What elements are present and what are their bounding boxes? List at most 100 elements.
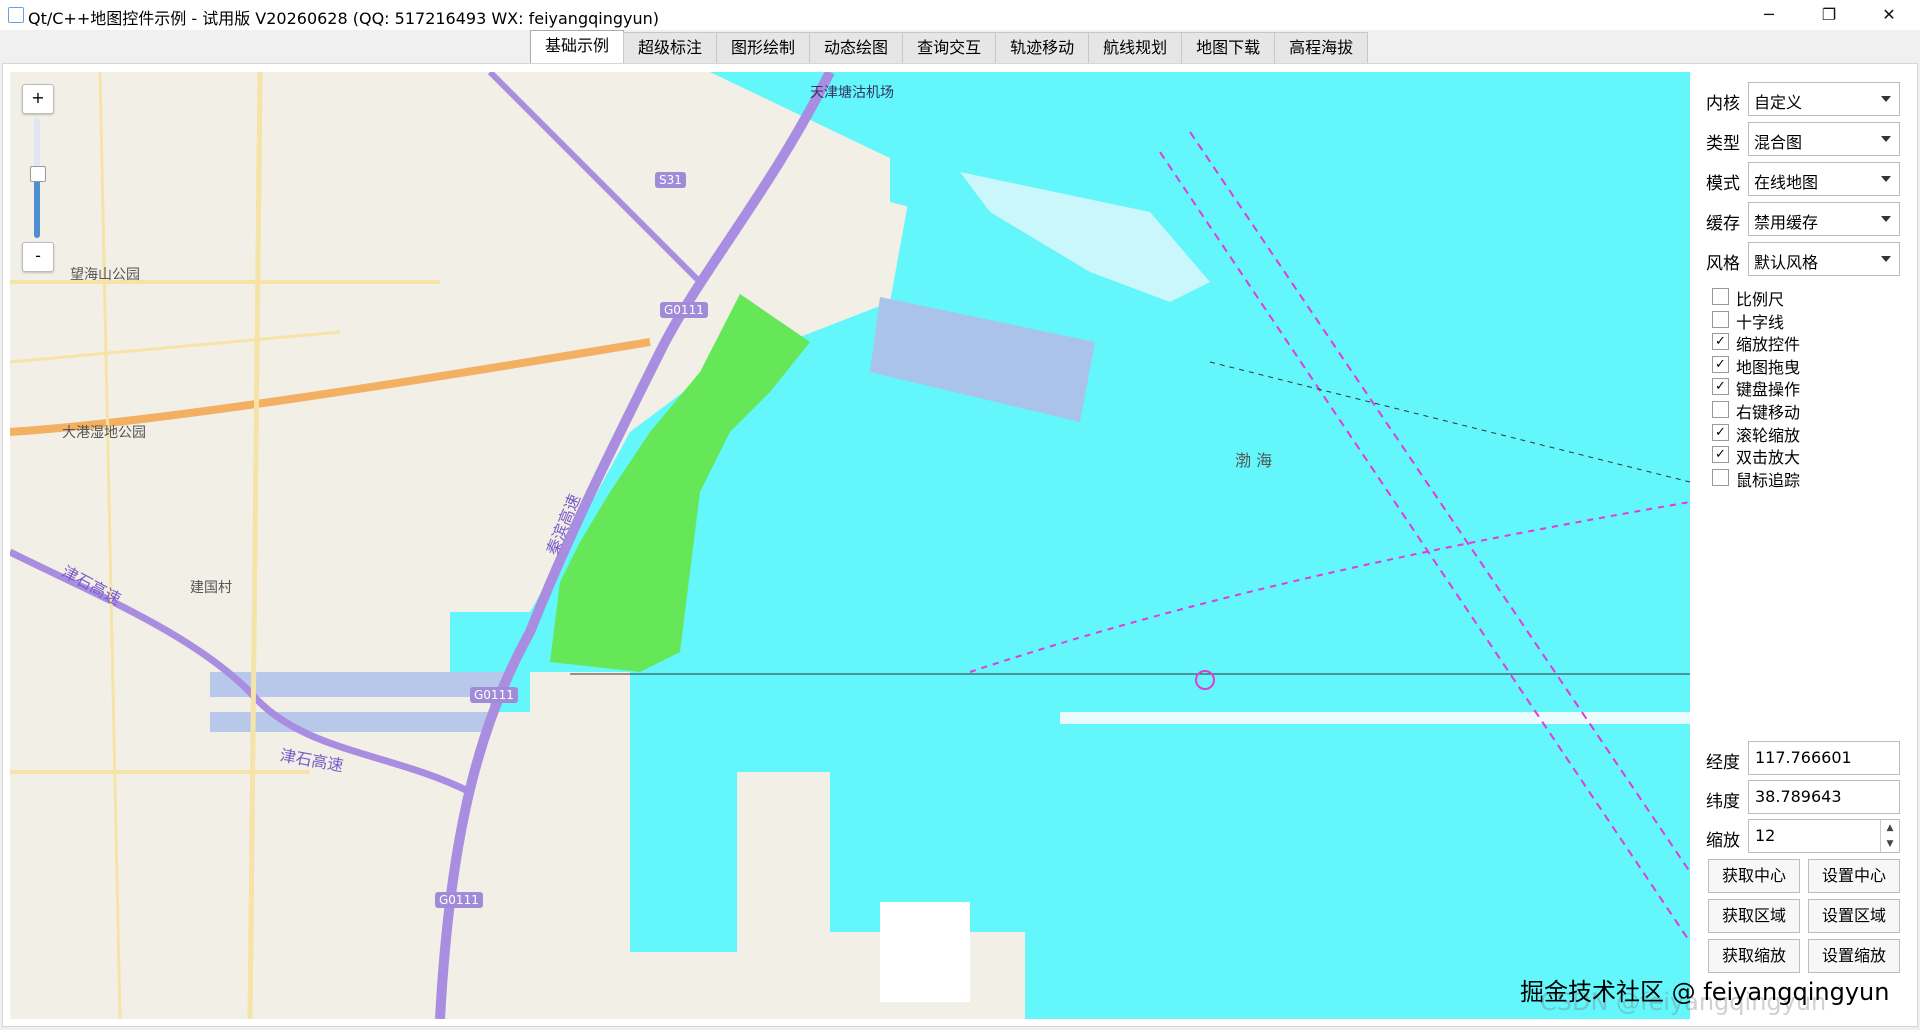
map-drag-checkbox[interactable]: ✓ 地图拖曳 (1712, 353, 1912, 377)
checkbox-box[interactable] (1712, 311, 1729, 328)
tab-query[interactable]: 查询交互 (902, 32, 997, 63)
cache-value: 禁用缓存 (1754, 213, 1819, 232)
get-center-button[interactable]: 获取中心 (1708, 859, 1800, 893)
kernel-row: 内核 自定义 (1700, 82, 1910, 116)
get-zoom-button[interactable]: 获取缩放 (1708, 939, 1800, 973)
zoom-control-checkbox[interactable]: ✓ 缩放控件 (1712, 330, 1912, 354)
checkbox-box[interactable]: ✓ (1712, 424, 1729, 441)
wheel-zoom-checkbox[interactable]: ✓ 滚轮缩放 (1712, 421, 1912, 445)
chevron-down-icon (1881, 96, 1891, 102)
tab-elevation[interactable]: 高程海拔 (1274, 32, 1369, 63)
longitude-label: 经度 (1706, 753, 1740, 773)
chevron-down-icon (1881, 176, 1891, 182)
tab-basic[interactable]: 基础示例 (530, 30, 625, 64)
tab-bar: 基础示例 超级标注 图形绘制 动态绘图 查询交互 轨迹移动 航线规划 地图下载 … (530, 30, 1369, 64)
chevron-down-icon (1881, 216, 1891, 222)
zoom-out-button[interactable]: - (22, 242, 54, 272)
type-value: 混合图 (1754, 133, 1803, 152)
window-title: Qt/C++地图控件示例 - 试用版 V20260628 (QQ: 517216… (28, 9, 659, 28)
get-bounds-button[interactable]: 获取区域 (1708, 899, 1800, 933)
latitude-input[interactable] (1753, 786, 1897, 807)
longitude-input[interactable] (1753, 747, 1897, 768)
map-view[interactable]: 天津塘沽机场 望海山公园 大港湿地公园 建国村 津石高速 津石高速 秦滨高速 渤… (10, 72, 1690, 1019)
type-select[interactable]: 混合图 (1748, 122, 1900, 156)
control-panel: 内核 自定义 类型 混合图 模式 在线地图 缓存 禁用缓存 风格 默认风格 比例… (1700, 72, 1910, 1020)
road-shield-g0111-c: G0111 (435, 892, 483, 908)
set-zoom-button[interactable]: 设置缩放 (1808, 939, 1900, 973)
kernel-select[interactable]: 自定义 (1748, 82, 1900, 116)
park-label-dagang: 大港湿地公园 (62, 425, 146, 441)
sea-label: 渤 海 (1235, 451, 1273, 470)
checkbox-box[interactable]: ✓ (1712, 446, 1729, 463)
crosshair-checkbox[interactable]: 十字线 (1712, 308, 1912, 332)
spin-arrows-icon[interactable]: ▲ ▼ (1880, 820, 1899, 852)
chevron-down-icon (1881, 136, 1891, 142)
title-bar: Qt/C++地图控件示例 - 试用版 V20260628 (QQ: 517216… (0, 0, 1920, 30)
kernel-label: 内核 (1706, 94, 1740, 114)
zoom-level-input[interactable] (1753, 825, 1897, 846)
map-canvas (10, 72, 1690, 1019)
set-center-button[interactable]: 设置中心 (1808, 859, 1900, 893)
zoom-label: 缩放 (1706, 831, 1740, 851)
chevron-down-icon (1881, 256, 1891, 262)
style-label: 风格 (1706, 254, 1740, 274)
latitude-label: 纬度 (1706, 792, 1740, 812)
checkbox-box[interactable] (1712, 469, 1729, 486)
cache-select[interactable]: 禁用缓存 (1748, 202, 1900, 236)
zoom-slider-fill (34, 174, 40, 238)
mode-label: 模式 (1706, 174, 1740, 194)
airport-label: 天津塘沽机场 (810, 85, 894, 101)
checkbox-box[interactable] (1712, 401, 1729, 418)
zoom-in-button[interactable]: + (22, 84, 54, 114)
longitude-field[interactable] (1748, 741, 1900, 775)
keyboard-checkbox-label: 键盘操作 (1736, 380, 1801, 399)
double-click-zoom-checkbox-label: 双击放大 (1736, 448, 1801, 467)
tab-shape-draw[interactable]: 图形绘制 (716, 32, 811, 63)
right-drag-checkbox-label: 右键移动 (1736, 403, 1801, 422)
park-label-wanghaishan: 望海山公园 (70, 267, 140, 283)
mouse-track-checkbox[interactable]: 鼠标追踪 (1712, 466, 1912, 490)
tab-super-marker[interactable]: 超级标注 (623, 32, 718, 63)
style-row: 风格 默认风格 (1700, 242, 1910, 276)
app-icon (8, 7, 24, 23)
mode-select[interactable]: 在线地图 (1748, 162, 1900, 196)
latitude-row: 纬度 (1700, 780, 1910, 814)
village-label: 建国村 (190, 580, 232, 596)
checkbox-box[interactable]: ✓ (1712, 356, 1729, 373)
mouse-track-checkbox-label: 鼠标追踪 (1736, 471, 1801, 490)
cache-row: 缓存 禁用缓存 (1700, 202, 1910, 236)
tab-download[interactable]: 地图下载 (1181, 32, 1276, 63)
tab-track[interactable]: 轨迹移动 (995, 32, 1090, 63)
right-drag-checkbox[interactable]: 右键移动 (1712, 398, 1912, 422)
double-click-zoom-checkbox[interactable]: ✓ 双击放大 (1712, 443, 1912, 467)
longitude-row: 经度 (1700, 741, 1910, 775)
tab-dynamic-draw[interactable]: 动态绘图 (809, 32, 904, 63)
scale-checkbox[interactable]: 比例尺 (1712, 285, 1912, 309)
zoom-control-checkbox-label: 缩放控件 (1736, 335, 1801, 354)
style-select[interactable]: 默认风格 (1748, 242, 1900, 276)
zoom-field[interactable]: ▲▼ (1748, 819, 1900, 853)
maximize-button[interactable]: ❐ (1806, 0, 1852, 30)
mode-value: 在线地图 (1754, 173, 1819, 192)
checkbox-box[interactable]: ✓ (1712, 378, 1729, 395)
zoom-slider-handle[interactable] (30, 166, 46, 182)
road-shield-g0111-b: G0111 (470, 687, 518, 703)
latitude-field[interactable] (1748, 780, 1900, 814)
checkbox-box[interactable] (1712, 288, 1729, 305)
mode-row: 模式 在线地图 (1700, 162, 1910, 196)
close-button[interactable]: ✕ (1866, 0, 1912, 30)
tab-route[interactable]: 航线规划 (1088, 32, 1183, 63)
type-label: 类型 (1706, 134, 1740, 154)
minimize-button[interactable]: ─ (1746, 0, 1792, 30)
road-shield-s31: S31 (655, 172, 686, 188)
set-bounds-button[interactable]: 设置区域 (1808, 899, 1900, 933)
road-shield-g0111-a: G0111 (660, 302, 708, 318)
zoom-control: + - (22, 84, 54, 274)
checkbox-box[interactable]: ✓ (1712, 333, 1729, 350)
kernel-value: 自定义 (1754, 93, 1803, 112)
style-value: 默认风格 (1754, 253, 1819, 272)
keyboard-checkbox[interactable]: ✓ 键盘操作 (1712, 375, 1912, 399)
cache-label: 缓存 (1706, 214, 1740, 234)
scale-checkbox-label: 比例尺 (1736, 290, 1785, 309)
zoom-row: 缩放 ▲▼ (1700, 819, 1910, 853)
